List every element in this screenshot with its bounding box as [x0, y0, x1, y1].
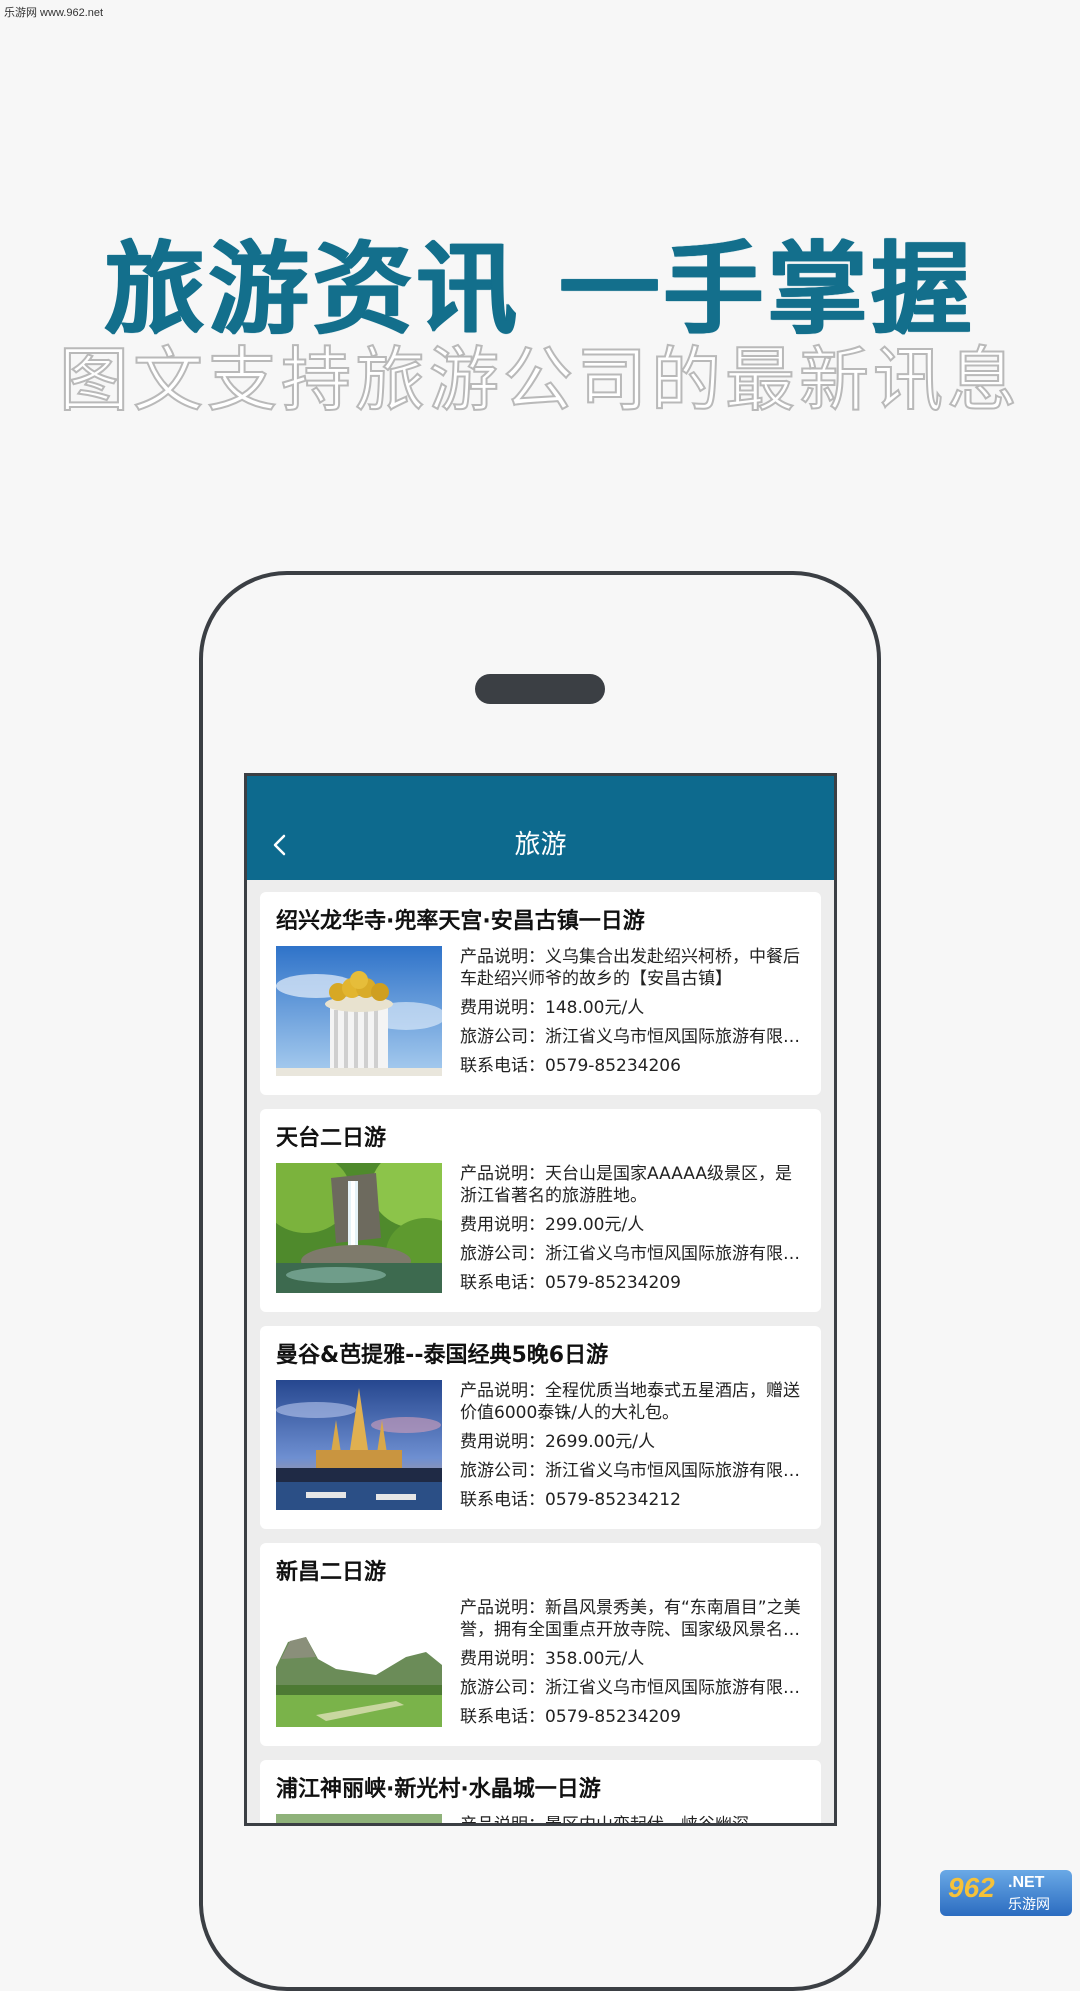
tour-title: 绍兴龙华寺·兜率天宫·安昌古镇一日游 [276, 909, 645, 934]
company-label: 旅游公司： [460, 1244, 545, 1264]
price-label: 费用说明： [460, 1215, 545, 1235]
phone-speaker [475, 674, 605, 704]
watermark-text: 乐游网 www.962.net [4, 7, 104, 19]
desc-value: 景区内山峦起伏，峡谷幽深 [545, 1815, 749, 1826]
company-label: 旅游公司： [460, 1027, 545, 1047]
subheadline: 图文支持旅游公司的最新讯息 [58, 339, 1021, 421]
company-value: 浙江省义乌市恒风国际旅游有限公司 [545, 1244, 806, 1264]
nav-title: 旅游 [514, 830, 567, 860]
price-label: 费用说明： [460, 1649, 545, 1669]
phone-value: 0579-85234209 [545, 1707, 681, 1727]
desc-label: 产品说明： [460, 1164, 545, 1184]
tour-card[interactable]: 天台二日游 产品说明：天台山是国家AAAAA级景区，是浙江省著名的旅游胜地。 费… [260, 1109, 821, 1312]
phone-value: 0579-85234206 [545, 1056, 681, 1076]
tour-image [276, 946, 442, 1076]
price-value: 148.00元/人 [545, 998, 645, 1018]
tour-image [276, 1163, 442, 1293]
desc-label: 产品说明： [460, 1598, 545, 1618]
headline: 旅游资讯 一手掌握 [104, 231, 976, 348]
phone-value: 0579-85234212 [545, 1490, 681, 1510]
logo-cn: 乐游网 [1008, 1896, 1050, 1912]
tour-list: 绍兴龙华寺·兜率天宫·安昌古镇一日游 产品说明：义乌集合出发赴绍兴柯桥，中餐后车… [260, 892, 821, 1826]
company-label: 旅游公司： [460, 1678, 545, 1698]
desc-label: 产品说明： [460, 1381, 545, 1401]
price-label: 费用说明： [460, 998, 545, 1018]
tour-title: 浦江神丽峡·新光村·水晶城一日游 [276, 1777, 601, 1802]
phone-value: 0579-85234209 [545, 1273, 681, 1293]
phone-screen: 旅游 绍兴龙华寺·兜率天宫·安昌古镇一日游 产品说明：义乌集合出发赴绍兴柯桥，中… [244, 773, 837, 1826]
tour-info: 产品说明：新昌风景秀美，有“东南眉目”之美誉，拥有全国重点开放寺院、国家级风景名… [460, 1597, 806, 1736]
phone-label: 联系电话： [460, 1707, 545, 1727]
price-value: 2699.00元/人 [545, 1432, 656, 1452]
company-value: 浙江省义乌市恒风国际旅游有限公司 [545, 1027, 806, 1047]
company-label: 旅游公司： [460, 1461, 545, 1481]
tour-image [276, 1380, 442, 1510]
company-value: 浙江省义乌市恒风国际旅游有限公司 [545, 1678, 806, 1698]
tour-title: 曼谷&芭提雅--泰国经典5晚6日游 [276, 1343, 609, 1368]
logo-net: .NET [1008, 1874, 1045, 1891]
tour-card[interactable]: 新昌二日游 产品说明：新昌风景秀美，有“东南眉目”之美誉，拥有全国重点开放寺院、… [260, 1543, 821, 1746]
phone-label: 联系电话： [460, 1056, 545, 1076]
desc-label: 产品说明： [460, 947, 545, 967]
tour-image [276, 1597, 442, 1727]
tour-card[interactable]: 绍兴龙华寺·兜率天宫·安昌古镇一日游 产品说明：义乌集合出发赴绍兴柯桥，中餐后车… [260, 892, 821, 1095]
price-value: 299.00元/人 [545, 1215, 645, 1235]
tour-card[interactable]: 浦江神丽峡·新光村·水晶城一日游 产品说明：景区内山峦起伏，峡谷幽深 [260, 1760, 821, 1826]
company-value: 浙江省义乌市恒风国际旅游有限公司 [545, 1461, 806, 1481]
desc-label: 产品说明： [460, 1815, 545, 1826]
price-label: 费用说明： [460, 1432, 545, 1452]
tour-image [276, 1814, 442, 1823]
site-logo: 962 .NET 乐游网 [940, 1870, 1072, 1916]
tour-info: 产品说明：天台山是国家AAAAA级景区，是浙江省著名的旅游胜地。 费用说明：29… [460, 1163, 806, 1302]
tour-title: 天台二日游 [276, 1126, 387, 1151]
tour-title: 新昌二日游 [276, 1560, 387, 1585]
tour-info: 产品说明：义乌集合出发赴绍兴柯桥，中餐后车赴绍兴师爷的故乡的【安昌古镇】 费用说… [460, 946, 806, 1085]
tour-info: 产品说明：景区内山峦起伏，峡谷幽深 [460, 1814, 806, 1826]
tour-card[interactable]: 曼谷&芭提雅--泰国经典5晚6日游 产品说明：全程优质当地泰式五星酒店，赠送价值… [260, 1326, 821, 1529]
nav-bar: 旅游 [247, 776, 834, 880]
phone-label: 联系电话： [460, 1273, 545, 1293]
price-value: 358.00元/人 [545, 1649, 645, 1669]
logo-number: 962 [948, 1872, 995, 1903]
tour-info: 产品说明：全程优质当地泰式五星酒店，赠送价值6000泰铢/人的大礼包。 费用说明… [460, 1380, 806, 1519]
phone-label: 联系电话： [460, 1490, 545, 1510]
